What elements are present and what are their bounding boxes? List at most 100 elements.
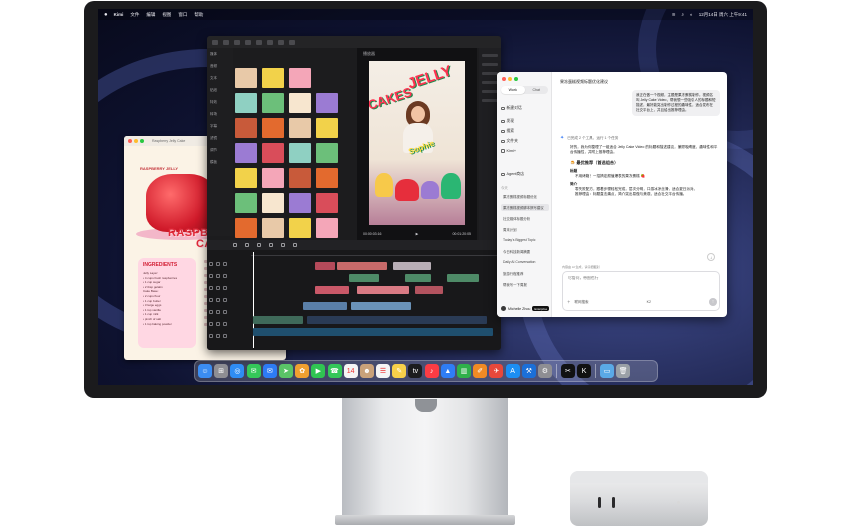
chat-title[interactable]: 果冻蛋糕视频标题优化建议 (560, 79, 608, 85)
timeline-panel[interactable] (207, 250, 501, 350)
sidebar-item-kimi-plus[interactable]: Kimi+ (501, 149, 516, 153)
media-thumbnail[interactable] (235, 68, 257, 88)
messages-icon[interactable]: ✉ (246, 364, 261, 378)
trash-icon[interactable]: 🗑 (616, 364, 631, 378)
menu-item-file[interactable]: 文件 (130, 12, 139, 18)
category-item[interactable]: 特效 (210, 100, 230, 105)
media-thumbnail[interactable] (316, 168, 338, 188)
track-toggle-icon[interactable] (209, 310, 213, 314)
attach-icon[interactable]: ＋ (567, 300, 571, 305)
category-item[interactable]: 滤镜 (210, 136, 230, 141)
media-thumbnail[interactable] (262, 143, 284, 163)
timeline-clip[interactable] (315, 286, 349, 294)
media-thumbnail[interactable] (262, 68, 284, 88)
media-thumbnail[interactable] (235, 218, 257, 238)
timeline-clip[interactable] (253, 316, 303, 324)
media-thumbnail[interactable] (316, 118, 338, 138)
track-toggle-icon[interactable] (216, 334, 220, 338)
timeline-clip[interactable] (349, 274, 379, 282)
inspector-row[interactable] (482, 99, 498, 102)
media-thumbnail[interactable] (235, 193, 257, 213)
conversation-item[interactable]: 果冻蛋糕视频脚本撰写建议 (501, 204, 549, 211)
capcut-icon[interactable]: ✂ (560, 364, 575, 378)
menu-item-help[interactable]: 帮助 (194, 12, 203, 18)
safari-icon[interactable]: ◎ (230, 364, 245, 378)
media-thumbnail[interactable] (289, 118, 311, 138)
photos-icon[interactable]: ✿ (295, 364, 310, 378)
menu-app-name[interactable]: Kimi (114, 12, 124, 17)
minimize-icon[interactable] (508, 77, 512, 81)
category-item[interactable]: 音频 (210, 64, 230, 69)
mirror-icon[interactable] (293, 243, 297, 247)
launchpad-icon[interactable]: ⊞ (214, 364, 229, 378)
track-toggle-icon[interactable] (223, 334, 227, 338)
keynote-icon[interactable]: ▲ (440, 364, 455, 378)
folder-icon[interactable]: ▭ (600, 364, 615, 378)
notes-icon[interactable]: ✎ (392, 364, 407, 378)
inspector-row[interactable] (482, 54, 498, 57)
undo-icon[interactable] (233, 243, 237, 247)
timeline-clip[interactable] (253, 328, 493, 336)
filter-tool-icon[interactable] (289, 39, 295, 45)
mode-chat-button[interactable]: Chat (525, 86, 549, 94)
conversation-item[interactable]: 旅游行程推荐 (501, 270, 549, 277)
track-toggle-icon[interactable] (216, 274, 220, 278)
track-toggle-icon[interactable] (223, 286, 227, 290)
close-icon[interactable] (502, 77, 506, 81)
play-icon[interactable]: ▶ (416, 232, 419, 236)
control-center-icon[interactable]: ◐ (690, 12, 693, 17)
finder-icon[interactable]: ☺ (198, 364, 212, 378)
media-thumbnail[interactable] (262, 93, 284, 113)
web-search-toggle[interactable]: 联网搜索 (575, 300, 589, 305)
maps-icon[interactable]: ➤ (278, 364, 293, 378)
tool-status[interactable]: ✦ 已完成 2 个工具，运行 1 个任务 (560, 135, 618, 141)
category-item[interactable]: 模板 (210, 160, 230, 165)
conversation-item[interactable]: 社交媒体标题分析 (501, 215, 549, 222)
zoom-icon[interactable] (514, 77, 518, 81)
media-tool-icon[interactable] (212, 39, 218, 45)
track-toggle-icon[interactable] (223, 298, 227, 302)
inspector-row[interactable] (482, 90, 498, 93)
media-thumbnail[interactable] (316, 93, 338, 113)
media-thumbnail[interactable] (289, 143, 311, 163)
media-thumbnail[interactable] (289, 93, 311, 113)
media-thumbnail[interactable] (316, 143, 338, 163)
media-thumbnail[interactable] (235, 118, 257, 138)
track-toggle-icon[interactable] (223, 262, 227, 266)
conversation-item[interactable]: Today's Biggest Topic (501, 237, 549, 243)
category-item[interactable]: 字幕 (210, 124, 230, 129)
media-thumbnail[interactable] (262, 218, 284, 238)
timeline-clip[interactable] (393, 262, 431, 270)
apple-menu-icon[interactable]: ● (104, 12, 108, 18)
model-selector[interactable]: K2 (647, 300, 651, 304)
close-icon[interactable] (128, 139, 132, 143)
category-item[interactable]: 媒体 (210, 52, 230, 57)
media-thumbnail[interactable] (289, 68, 311, 88)
kimi-chat-window[interactable]: Work Chat 新建对话 发现 搜索 文件夹 Kimi+ Agent商店 今… (497, 72, 727, 317)
media-thumbnail[interactable] (235, 93, 257, 113)
redo-icon[interactable] (245, 243, 249, 247)
wifi-icon[interactable]: ≋ (672, 12, 676, 18)
track-toggle-icon[interactable] (209, 286, 213, 290)
track-toggle-icon[interactable] (223, 322, 227, 326)
contacts-icon[interactable]: ☻ (359, 364, 374, 378)
tv-icon[interactable]: tv (408, 364, 423, 378)
track-toggle-icon[interactable] (209, 298, 213, 302)
effects-tool-icon[interactable] (256, 39, 262, 45)
scroll-down-icon[interactable]: ↓ (707, 253, 715, 261)
category-item[interactable]: 转场 (210, 112, 230, 117)
conversation-item[interactable]: Daily AI Conversation (501, 259, 549, 265)
sticker-tool-icon[interactable] (245, 39, 251, 45)
app-store-icon[interactable]: A (505, 364, 520, 378)
media-thumbnail[interactable] (316, 193, 338, 213)
track-toggle-icon[interactable] (209, 274, 213, 278)
reminders-icon[interactable]: ☰ (376, 364, 391, 378)
numbers-icon[interactable]: ▥ (457, 364, 471, 378)
category-item[interactable]: 贴纸 (210, 88, 230, 93)
sidebar-item-discover[interactable]: 发现 (501, 119, 514, 124)
menu-item-edit[interactable]: 编辑 (146, 12, 155, 18)
media-thumbnail[interactable] (316, 218, 338, 238)
crop-icon[interactable] (281, 243, 285, 247)
caption-tool-icon[interactable] (278, 39, 284, 45)
timeline-clip[interactable] (447, 274, 479, 282)
